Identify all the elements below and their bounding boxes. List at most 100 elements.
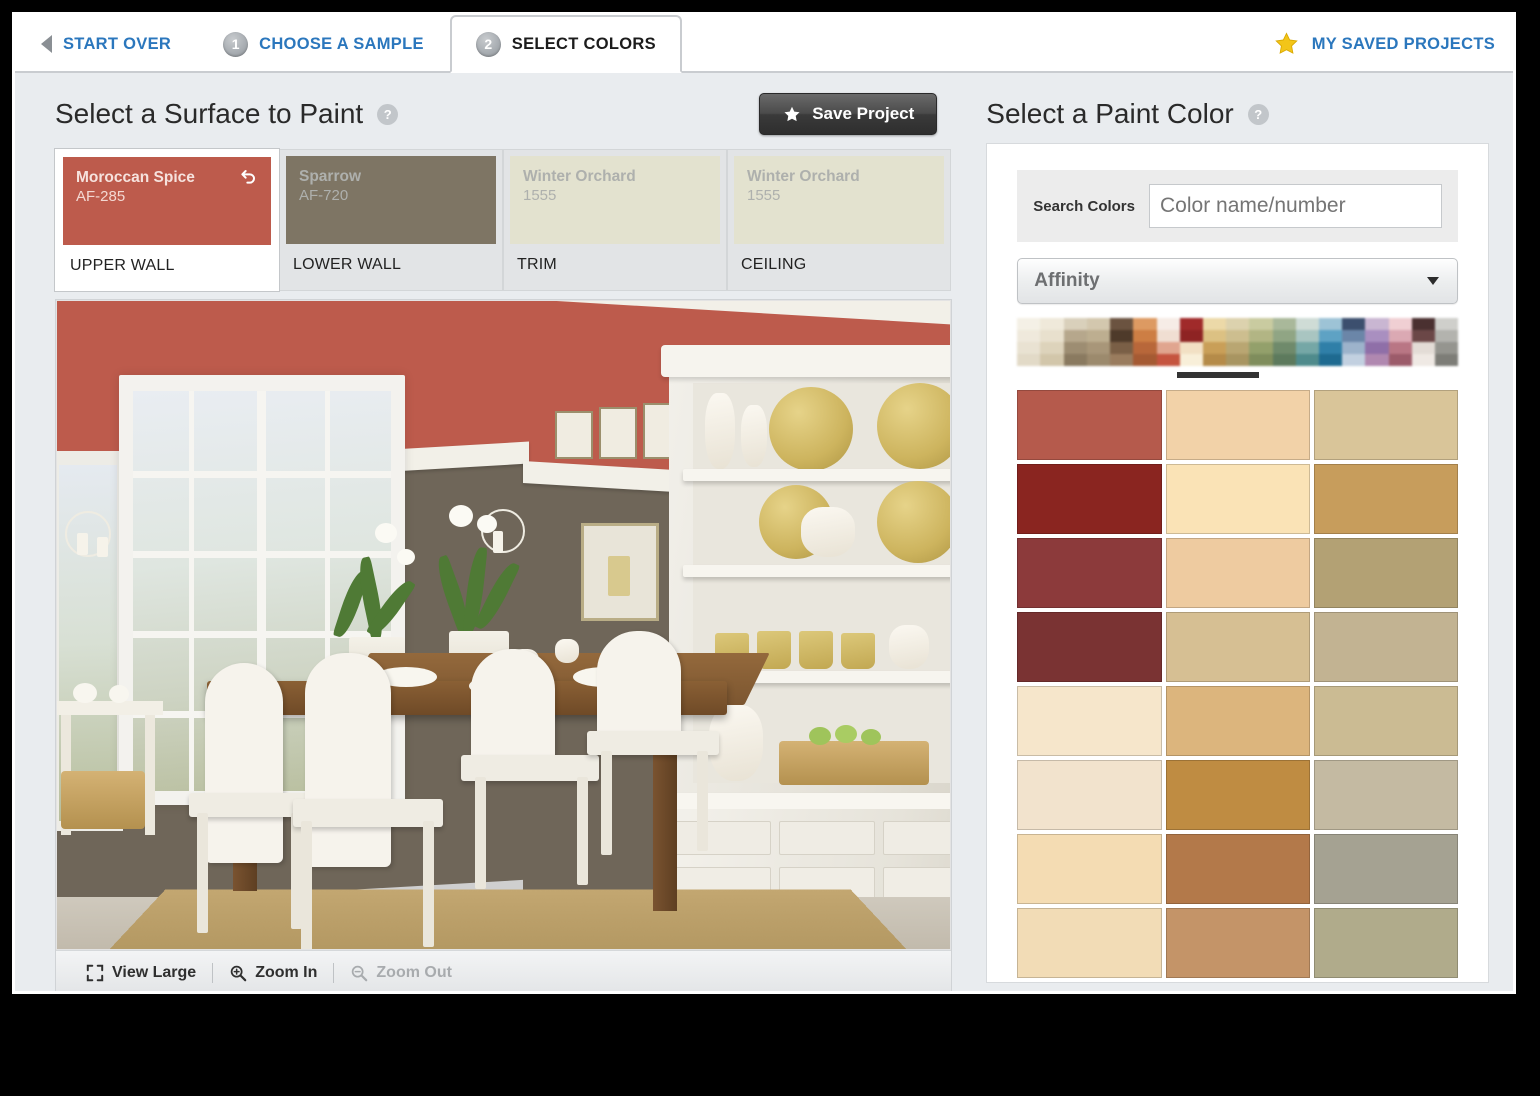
cream-bowl (801, 507, 855, 557)
zoom-in-button[interactable]: Zoom In (213, 964, 333, 982)
color-family-cell (1295, 330, 1319, 342)
surface-color-code: 1555 (523, 187, 557, 205)
color-family-select[interactable]: Affinity (1017, 258, 1458, 304)
help-icon[interactable]: ? (377, 103, 399, 125)
color-family-column[interactable] (1156, 318, 1180, 366)
color-family-cell (1411, 330, 1435, 342)
color-swatch[interactable] (1017, 612, 1162, 682)
color-family-column[interactable] (1086, 318, 1111, 366)
color-family-column[interactable] (1040, 318, 1064, 366)
color-family-cell (1110, 318, 1134, 330)
color-swatch[interactable] (1313, 538, 1458, 608)
color-family-cell (1110, 354, 1134, 366)
color-swatch[interactable] (1017, 908, 1162, 978)
color-swatch[interactable] (1313, 834, 1458, 904)
color-swatch[interactable] (1017, 686, 1162, 756)
color-swatch[interactable] (1313, 390, 1458, 460)
color-swatch[interactable] (1313, 760, 1458, 830)
color-swatch[interactable] (1165, 686, 1310, 756)
floor-basket (61, 771, 145, 829)
color-swatch[interactable] (1165, 390, 1310, 460)
orchid-bloom (477, 515, 497, 533)
surface-card-trim[interactable]: Winter Orchard 1555 TRIM (503, 149, 727, 291)
surface-card-upper-wall[interactable]: Moroccan Spice AF-285 UPPER WALL (55, 149, 279, 291)
color-swatch[interactable] (1165, 612, 1310, 682)
view-large-button[interactable]: View Large (70, 964, 212, 982)
search-colors-input[interactable] (1149, 184, 1442, 228)
surface-color-name: Winter Orchard (523, 168, 636, 185)
undo-arrow-icon[interactable] (238, 166, 260, 186)
color-family-cell (1226, 342, 1250, 354)
surface-color-name: Sparrow (299, 168, 362, 185)
color-family-cell (1272, 330, 1296, 342)
color-swatch[interactable] (1313, 612, 1458, 682)
cream-vase (705, 393, 735, 469)
color-swatch[interactable] (1017, 390, 1162, 460)
color-family-column[interactable] (1342, 318, 1366, 366)
color-swatch[interactable] (1165, 760, 1310, 830)
color-family-cell (1179, 318, 1203, 330)
color-family-column[interactable] (1133, 318, 1157, 366)
color-swatch[interactable] (1017, 834, 1162, 904)
color-family-column[interactable] (1295, 318, 1319, 366)
surface-color-name: Moroccan Spice (76, 169, 195, 186)
color-family-column[interactable] (1063, 318, 1087, 366)
color-family-column[interactable] (1318, 318, 1343, 366)
chair-leg (301, 821, 312, 949)
color-swatch[interactable] (1165, 834, 1310, 904)
color-swatch[interactable] (1313, 908, 1458, 978)
step-2-badge: 2 (475, 31, 501, 57)
color-family-cell (1086, 330, 1111, 342)
color-family-cell (1388, 330, 1412, 342)
color-swatch[interactable] (1017, 538, 1162, 608)
color-family-cell (1133, 318, 1157, 330)
color-swatch[interactable] (1165, 908, 1310, 978)
chair-leg (577, 777, 588, 885)
color-family-cell (1272, 354, 1296, 366)
color-family-cell (1017, 330, 1041, 342)
color-family-column[interactable] (1226, 318, 1250, 366)
color-swatch[interactable] (1017, 760, 1162, 830)
color-family-column[interactable] (1272, 318, 1296, 366)
dining-chair-back (305, 653, 391, 867)
color-swatch[interactable] (1017, 464, 1162, 534)
tab-choose-a-sample[interactable]: 1 CHOOSE A SAMPLE (197, 15, 450, 73)
color-swatch[interactable] (1313, 686, 1458, 756)
color-family-cell (1086, 318, 1111, 330)
color-family-cell (1179, 330, 1203, 342)
color-family-column[interactable] (1249, 318, 1273, 366)
surface-card-lower-wall[interactable]: Sparrow AF-720 LOWER WALL (279, 149, 503, 291)
color-family-column[interactable] (1110, 318, 1134, 366)
color-family-column[interactable] (1179, 318, 1203, 366)
color-family-cell (1063, 342, 1087, 354)
help-icon[interactable]: ? (1247, 103, 1269, 125)
save-project-button[interactable]: Save Project (759, 93, 938, 135)
my-saved-projects-button[interactable]: MY SAVED PROJECTS (1273, 15, 1495, 73)
dining-room-photo[interactable] (56, 300, 951, 950)
main-content: Select a Surface to Paint ? Save Project… (15, 73, 1513, 991)
start-over-button[interactable]: START OVER (15, 15, 197, 73)
color-swatch[interactable] (1313, 464, 1458, 534)
hutch-shelf (683, 469, 950, 481)
color-family-cell (1017, 342, 1041, 354)
color-family-column[interactable] (1365, 318, 1389, 366)
color-family-column[interactable] (1434, 318, 1459, 366)
color-family-column[interactable] (1411, 318, 1435, 366)
tab-select-colors[interactable]: 2 SELECT COLORS (449, 15, 682, 73)
surface-label-upper-wall: UPPER WALL (70, 257, 175, 274)
surface-card-ceiling[interactable]: Winter Orchard 1555 CEILING (727, 149, 951, 291)
star-icon (1274, 32, 1298, 54)
color-family-column[interactable] (1388, 318, 1412, 366)
chair-leg (601, 751, 612, 855)
my-saved-projects-label: MY SAVED PROJECTS (1311, 34, 1495, 53)
surface-label-ceiling: CEILING (741, 256, 807, 273)
surface-color-code: AF-285 (76, 188, 126, 206)
color-family-strip[interactable] (1017, 318, 1459, 366)
color-swatch[interactable] (1165, 538, 1310, 608)
color-family-cell (1342, 342, 1366, 354)
surface-chip-upper-wall: Moroccan Spice AF-285 (63, 157, 271, 245)
color-swatch[interactable] (1165, 464, 1310, 534)
color-family-column[interactable] (1017, 318, 1041, 366)
color-family-column[interactable] (1202, 318, 1227, 366)
hutch-crown-molding (661, 345, 950, 377)
